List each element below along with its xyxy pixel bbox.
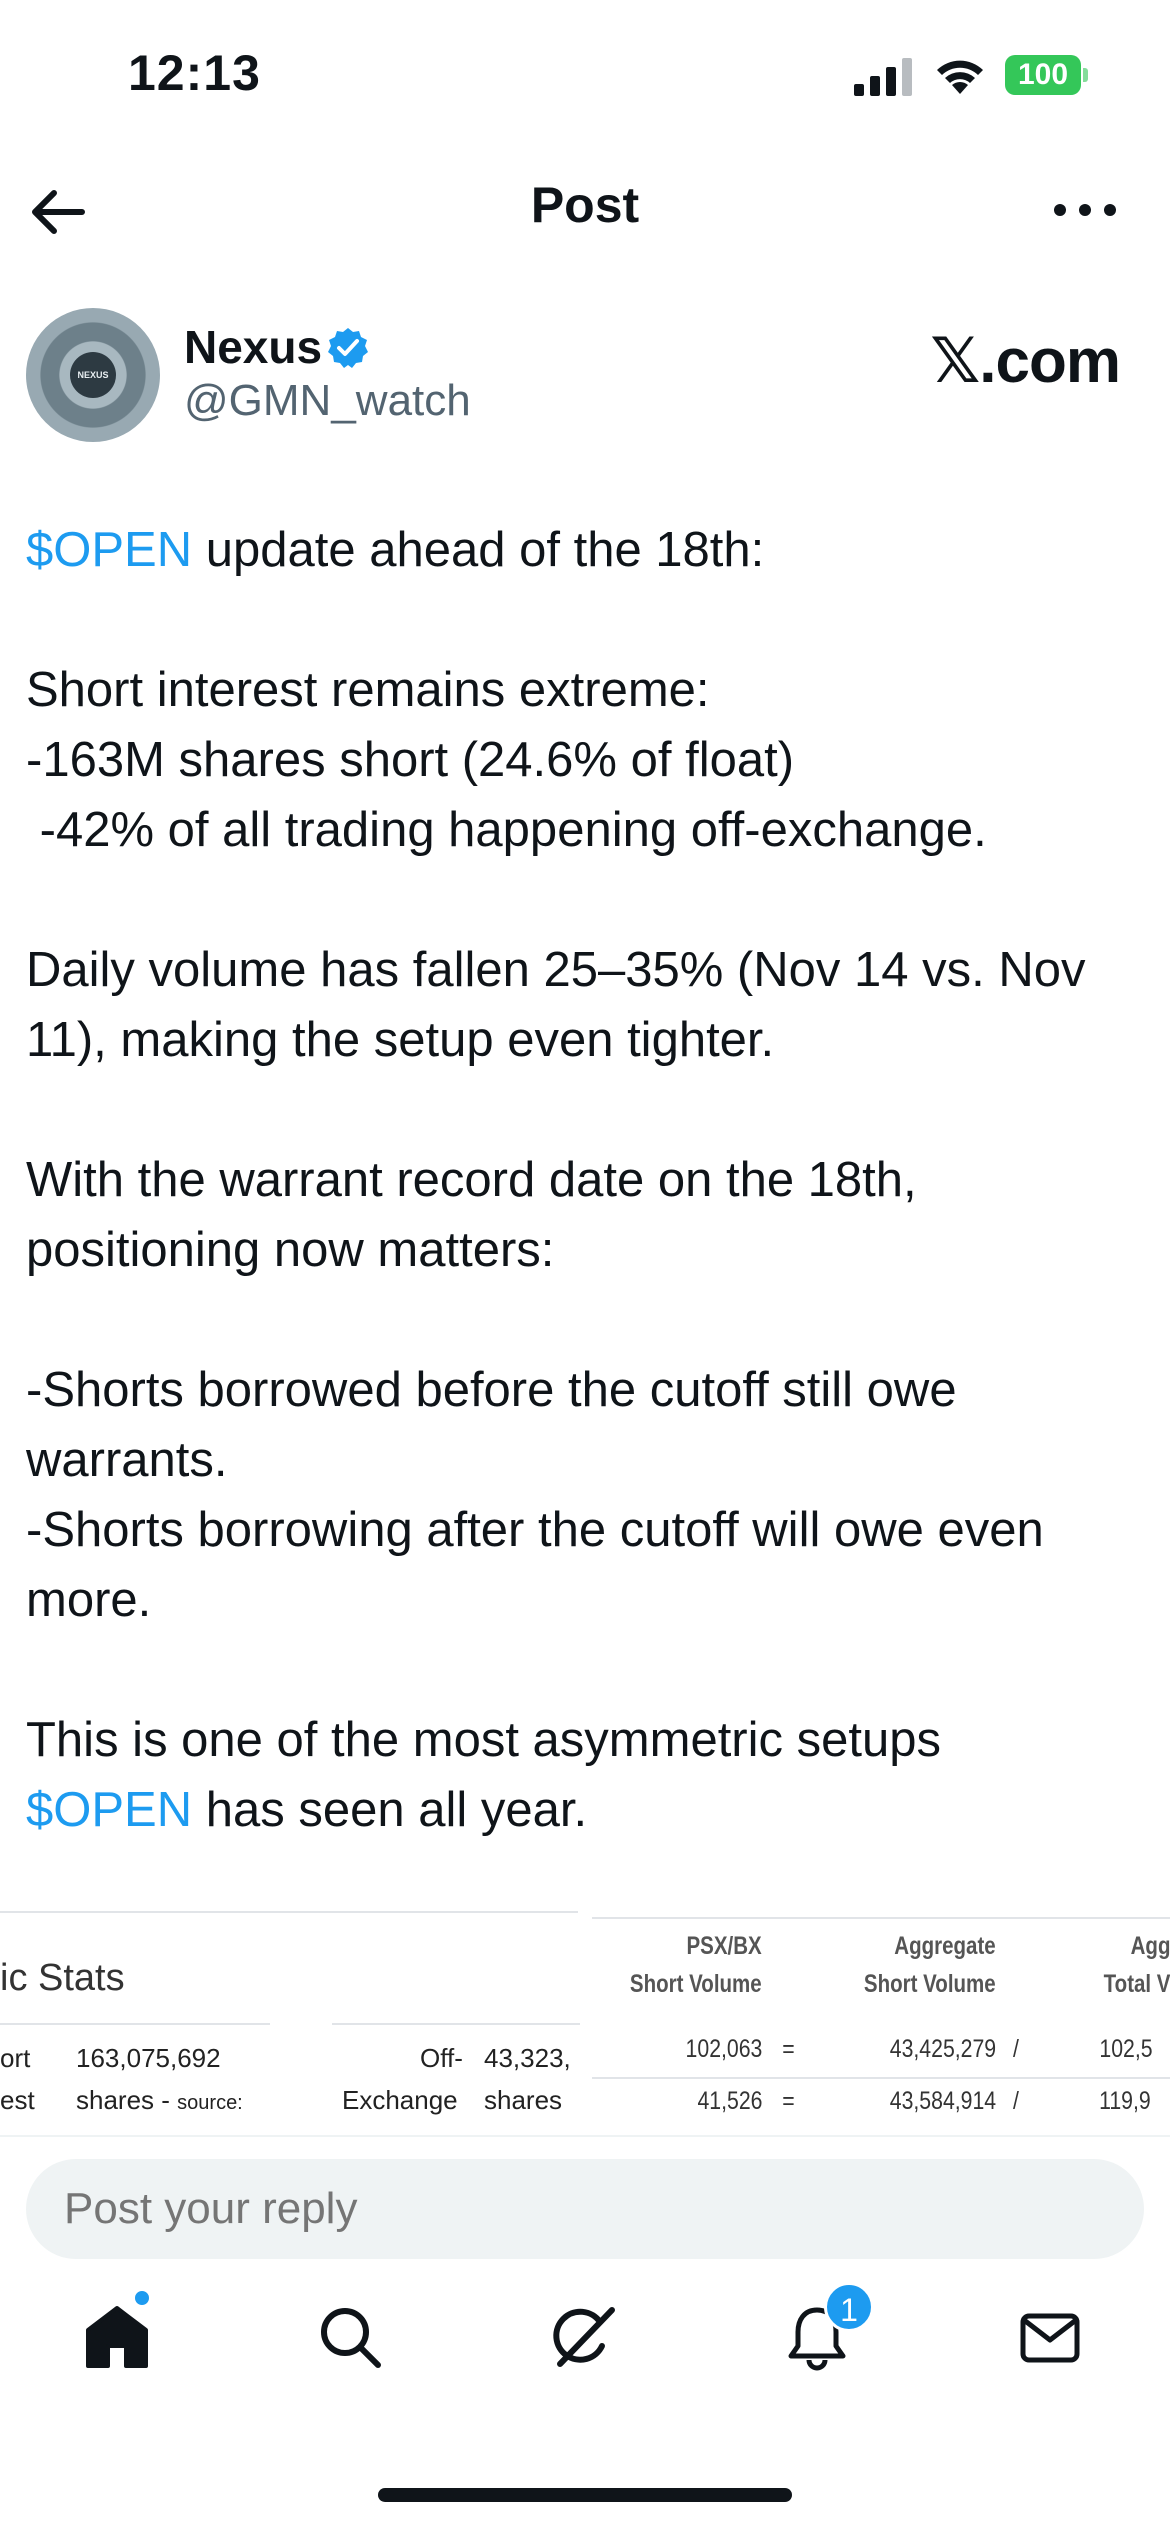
media-header-line: Short Volume: [630, 1970, 762, 1998]
media-header-line: Total V: [1103, 1970, 1170, 1998]
notification-badge: 1: [824, 2282, 874, 2332]
home-new-indicator: [132, 2288, 152, 2308]
media-header-line: PSX/BX: [686, 1932, 762, 1960]
media-cell: 102,5: [1099, 2035, 1153, 2063]
author-display-name[interactable]: Nexus: [184, 320, 322, 374]
reply-input[interactable]: [26, 2159, 1144, 2259]
media-stats-title: ic Stats: [0, 1957, 125, 1999]
avatar[interactable]: NEXUS: [26, 308, 160, 442]
media-cell: 43,323,: [484, 2043, 571, 2073]
post-text-segment: has seen all year.: [192, 1783, 588, 1837]
media-cell: 43,584,914: [889, 2087, 996, 2115]
post-text-segment: update ahead of the 18th: Short interest…: [26, 523, 1086, 1767]
cashtag-link[interactable]: $OPEN: [26, 523, 192, 577]
media-divider: [0, 2023, 270, 2025]
bottom-tab-bar: 1: [0, 2268, 1170, 2448]
media-divider: [0, 1911, 578, 1913]
tab-search[interactable]: [305, 2292, 395, 2382]
media-divider: [592, 2077, 1170, 2079]
home-indicator: [378, 2488, 792, 2502]
media-header-line: Aggregate: [894, 1932, 996, 1960]
post-header: Post: [0, 150, 1170, 270]
more-options-icon[interactable]: [1050, 190, 1120, 230]
media-cell: shares: [484, 2085, 563, 2115]
media-cell: 163,075,692: [76, 2043, 221, 2073]
media-cell: /: [1013, 2035, 1019, 2063]
media-cell: =: [782, 2035, 795, 2063]
x-com-label: 𝕏.com: [930, 327, 1121, 396]
status-time: 12:13: [128, 45, 261, 101]
wifi-icon: [937, 60, 983, 94]
home-icon: [86, 2306, 148, 2368]
battery-icon: 100: [1005, 55, 1089, 95]
media-cell: 119,9: [1099, 2087, 1151, 2115]
media-cell: Off-: [420, 2043, 463, 2073]
mail-icon: [1020, 2313, 1080, 2363]
media-header-line: Short Volume: [864, 1970, 996, 1998]
post-text: $OPEN update ahead of the 18th: Short in…: [26, 515, 1146, 1845]
media-column-header: Agg Total V: [1103, 1927, 1170, 2003]
grok-icon: [553, 2307, 615, 2367]
media-cell-text: shares -: [76, 2085, 178, 2115]
page-title: Post: [530, 177, 640, 233]
search-icon: [321, 2308, 381, 2368]
media-cell: 102,063: [685, 2035, 762, 2063]
battery-tip: [1083, 68, 1088, 82]
media-header-line: Agg: [1130, 1932, 1170, 1960]
cellular-signal-icon: [854, 58, 912, 96]
media-cell: Exchange: [342, 2085, 458, 2115]
media-cell-text: source:: [177, 2092, 243, 2114]
media-cell: shares - source:: [76, 2085, 243, 2116]
media-column-header: Aggregate Short Volume: [864, 1927, 996, 2003]
post-author: NEXUS Nexus @GMN_watch 𝕏.com: [0, 300, 1170, 450]
reply-bar: [0, 2135, 1170, 2265]
media-cell: ort: [0, 2043, 31, 2073]
media-divider: [332, 2023, 580, 2025]
cashtag-link[interactable]: $OPEN: [26, 1783, 192, 1837]
verified-badge-icon: [328, 328, 368, 368]
author-handle[interactable]: @GMN_watch: [184, 376, 471, 426]
media-cell: est: [0, 2085, 35, 2115]
avatar-logo: NEXUS: [70, 352, 116, 398]
status-bar: 12:13 100: [0, 0, 1170, 150]
media-cell: 43,425,279: [889, 2035, 996, 2063]
tab-home[interactable]: [72, 2288, 162, 2382]
battery-level: 100: [1005, 55, 1081, 95]
media-cell: =: [782, 2087, 795, 2115]
media-divider: [592, 1917, 1170, 1919]
media-cell: 41,526: [697, 2087, 762, 2115]
media-cell: /: [1013, 2087, 1019, 2115]
post-media-image[interactable]: ic Stats ort 163,075,692 Off- 43,323, es…: [0, 1895, 1170, 2135]
tab-grok[interactable]: [538, 2292, 628, 2382]
tab-notifications[interactable]: 1: [772, 2282, 874, 2382]
media-column-header: PSX/BX Short Volume: [630, 1927, 762, 2003]
tab-messages[interactable]: [1005, 2292, 1095, 2382]
